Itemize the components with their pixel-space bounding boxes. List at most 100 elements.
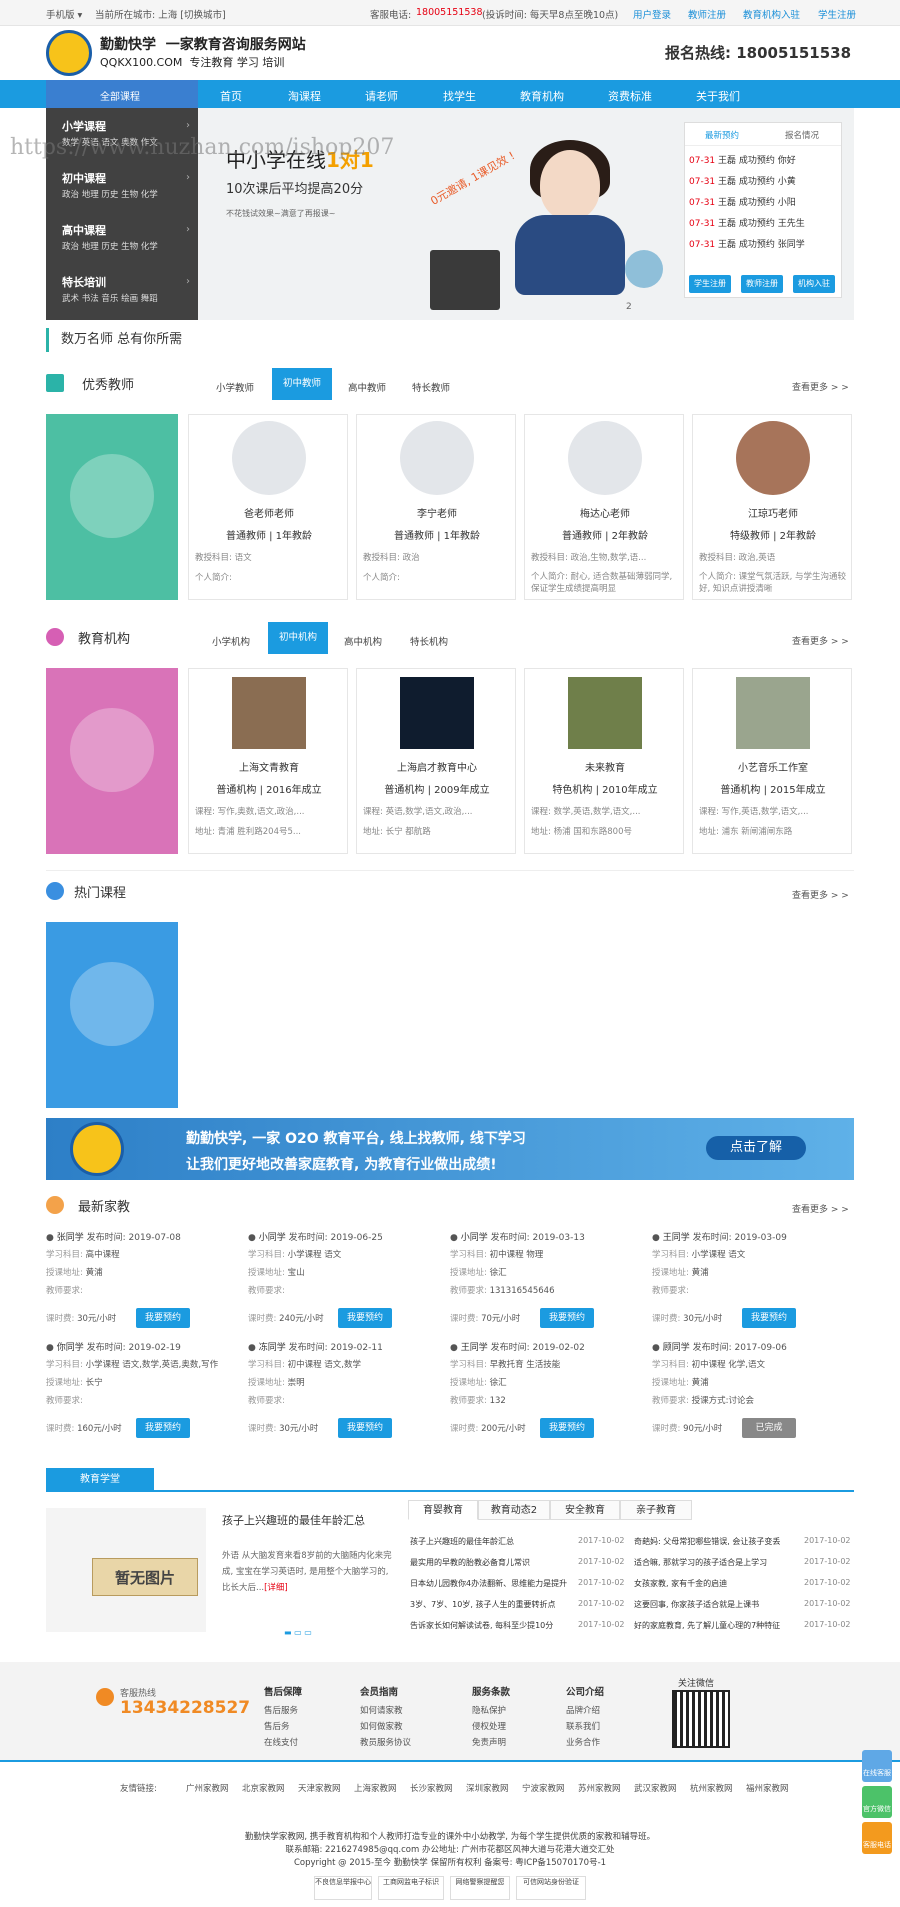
friend-link[interactable]: 北京家教网 xyxy=(242,1782,285,1794)
phone-button[interactable]: 客服电话 xyxy=(862,1822,892,1854)
cta-banner[interactable]: 勤勤快学, 一家 O2O 教育平台, 线上找教师, 线下学习 让我们更好地改善家… xyxy=(46,1118,854,1180)
badge-business-license[interactable]: 工商网监电子标识 xyxy=(378,1876,444,1900)
news-item[interactable]: 奇葩妈: 父母常犯哪些错误, 会让孩子变丢 xyxy=(634,1536,780,1547)
footer-link[interactable]: 免责声明 xyxy=(472,1736,506,1748)
footer-link[interactable]: 业务合作 xyxy=(566,1736,600,1748)
footer-link[interactable]: 售后务 xyxy=(264,1720,290,1732)
news-item[interactable]: 女孩家教, 家有千金的启迪 xyxy=(634,1578,727,1589)
article-pager[interactable]: ▬ ▭ ▭ xyxy=(284,1628,312,1637)
friend-link[interactable]: 上海家教网 xyxy=(354,1782,397,1794)
book-button[interactable]: 我要预约 xyxy=(338,1418,392,1438)
job-post[interactable]: ● 你同学 发布时间: 2019-02-19 学习科目: 小学课程 语文,数学,英… xyxy=(46,1340,242,1444)
nav-about[interactable]: 关于我们 xyxy=(696,88,740,104)
job-post[interactable]: ● 小同学 发布时间: 2019-03-13 学习科目: 初中课程 物理 授课地址:… xyxy=(450,1230,646,1334)
tab-latest-booking[interactable]: 最新预约 xyxy=(705,129,739,141)
institution-card[interactable]: 未来教育 特色机构 | 2010年成立 课程: 数学,英语,数学,语文,... … xyxy=(524,668,684,854)
jobs-more-link[interactable]: 查看更多 > > xyxy=(792,1202,849,1215)
badge-cyber-police[interactable]: 网络警察提醒您 xyxy=(450,1876,510,1900)
job-post[interactable]: ● 王同学 发布时间: 2019-02-02 学习科目: 早教托育 生活技能 授课地… xyxy=(450,1340,646,1444)
nav-institutions[interactable]: 教育机构 xyxy=(520,88,564,104)
mobile-link[interactable]: 手机版 ▾ xyxy=(46,7,82,21)
news-item[interactable]: 这要回事, 你家孩子适合就是上课书 xyxy=(634,1599,759,1610)
tab-talent-institutions[interactable]: 特长机构 xyxy=(410,634,448,648)
institution-card[interactable]: 上海文青教育 普通机构 | 2016年成立 课程: 写作,奥数,语文,政治,..… xyxy=(188,668,348,854)
friend-link[interactable]: 广州家教网 xyxy=(186,1782,229,1794)
institutions-feature-tile[interactable] xyxy=(46,668,178,854)
friend-link[interactable]: 福州家教网 xyxy=(746,1782,789,1794)
teachers-feature-tile[interactable] xyxy=(46,414,178,600)
institution-card[interactable]: 小艺音乐工作室 普通机构 | 2015年成立 课程: 写作,英语,数学,语文,.… xyxy=(692,668,852,854)
friend-link[interactable]: 深圳家教网 xyxy=(466,1782,509,1794)
tab-safety-education[interactable]: 安全教育 xyxy=(550,1500,620,1520)
news-item[interactable]: 3岁、7岁、10岁, 孩子人生的重要转折点 xyxy=(410,1599,555,1610)
news-item[interactable]: 最实用的早教的胎教必备育儿常识 xyxy=(410,1557,530,1568)
tab-infant-education[interactable]: 育婴教育 xyxy=(408,1500,478,1520)
job-post[interactable]: ● 顾同学 发布时间: 2017-09-06 学习科目: 初中课程 化学,语文 授课… xyxy=(652,1340,848,1444)
footer-link[interactable]: 如何请家教 xyxy=(360,1704,403,1716)
online-service-button[interactable]: 在线客服 xyxy=(862,1750,892,1782)
teacher-card[interactable]: 梅达心老师 普通教师 | 2年教龄 教授科目: 政治,生物,数学,语... 个人… xyxy=(524,414,684,600)
footer-link[interactable]: 品牌介绍 xyxy=(566,1704,600,1716)
job-post[interactable]: ● 冻同学 发布时间: 2019-02-11 学习科目: 初中课程 语文,数学 授课… xyxy=(248,1340,444,1444)
footer-link[interactable]: 侵权处理 xyxy=(472,1720,506,1732)
footer-link[interactable]: 如何做家教 xyxy=(360,1720,403,1732)
tab-parenting-education[interactable]: 亲子教育 xyxy=(620,1500,692,1520)
teacher-card[interactable]: 爸老师老师 普通教师 | 1年教龄 教授科目: 语文 个人简介: xyxy=(188,414,348,600)
nav-teachers[interactable]: 请老师 xyxy=(365,88,398,104)
student-register-link[interactable]: 学生注册 xyxy=(818,7,856,21)
logo-icon[interactable] xyxy=(46,30,92,76)
badge-report-center[interactable]: 不良信息举报中心 xyxy=(314,1876,372,1900)
footer-link[interactable]: 教员服务协议 xyxy=(360,1736,411,1748)
book-button[interactable]: 已完成 xyxy=(742,1418,796,1438)
institution-join-link[interactable]: 教育机构入驻 xyxy=(743,7,800,21)
nav-students[interactable]: 找学生 xyxy=(443,88,476,104)
news-item[interactable]: 适合嘛, 那就学习的孩子适合是上学习 xyxy=(634,1557,767,1568)
teacher-register-button[interactable]: 教师注册 xyxy=(741,275,783,293)
book-button[interactable]: 我要预约 xyxy=(338,1308,392,1328)
login-link[interactable]: 用户登录 xyxy=(633,7,671,21)
job-post[interactable]: ● 王同学 发布时间: 2019-03-09 学习科目: 小学课程 语文 授课地址:… xyxy=(652,1230,848,1334)
nav-home[interactable]: 首页 xyxy=(220,88,242,104)
tab-junior-institutions[interactable]: 初中机构 xyxy=(268,622,328,654)
badge-trusted-site[interactable]: 可信网站身份验证 xyxy=(516,1876,586,1900)
institution-card[interactable]: 上海启才教育中心 普通机构 | 2009年成立 课程: 英语,数学,语文,政治,… xyxy=(356,668,516,854)
nav-pricing[interactable]: 资费标准 xyxy=(608,88,652,104)
article-image[interactable]: 暂无图片 xyxy=(46,1508,206,1632)
courses-feature-tile[interactable] xyxy=(46,922,178,1108)
book-button[interactable]: 我要预约 xyxy=(136,1418,190,1438)
tab-junior-teachers[interactable]: 初中教师 xyxy=(272,368,332,400)
tab-signup-status[interactable]: 报名情况 xyxy=(785,129,819,141)
friend-link[interactable]: 杭州家教网 xyxy=(690,1782,733,1794)
wechat-button[interactable]: 官方微信 xyxy=(862,1786,892,1818)
student-register-button[interactable]: 学生注册 xyxy=(689,275,731,293)
friend-link[interactable]: 宁波家教网 xyxy=(522,1782,565,1794)
book-button[interactable]: 我要预约 xyxy=(540,1308,594,1328)
teacher-register-link[interactable]: 教师注册 xyxy=(688,7,726,21)
tab-senior-teachers[interactable]: 高中教师 xyxy=(348,380,386,394)
article-more-link[interactable]: [详细] xyxy=(264,1583,288,1593)
news-item[interactable]: 孩子上兴趣班的最佳年龄汇总 xyxy=(410,1536,514,1547)
city-selector[interactable]: 当前所在城市: 上海 [切换城市] xyxy=(95,7,226,21)
institutions-more-link[interactable]: 查看更多 > > xyxy=(792,634,849,647)
learn-more-button[interactable]: 点击了解 xyxy=(706,1136,806,1160)
news-item[interactable]: 告诉家长如何解读试卷, 每科至少提10分 xyxy=(410,1620,553,1631)
tab-primary-institutions[interactable]: 小学机构 xyxy=(212,634,250,648)
teachers-more-link[interactable]: 查看更多 > > xyxy=(792,380,849,393)
tab-education-news[interactable]: 教育动态2 xyxy=(478,1500,550,1520)
tab-primary-teachers[interactable]: 小学教师 xyxy=(216,380,254,394)
job-post[interactable]: ● 张同学 发布时间: 2019-07-08 学习科目: 高中课程 授课地址: 黄浦… xyxy=(46,1230,242,1334)
article-title[interactable]: 孩子上兴趣班的最佳年龄汇总 xyxy=(222,1512,372,1528)
banner-pager[interactable]: 2 xyxy=(626,302,632,312)
footer-link[interactable]: 联系我们 xyxy=(566,1720,600,1732)
nav-all-courses[interactable]: 全部课程 xyxy=(46,80,198,108)
news-item[interactable]: 好的家庭教育, 先了解儿童心理的7种特征 xyxy=(634,1620,780,1631)
tab-talent-teachers[interactable]: 特长教师 xyxy=(412,380,450,394)
footer-link[interactable]: 在线支付 xyxy=(264,1736,298,1748)
footer-link[interactable]: 售后服务 xyxy=(264,1704,298,1716)
book-button[interactable]: 我要预约 xyxy=(742,1308,796,1328)
institution-join-button[interactable]: 机构入驻 xyxy=(793,275,835,293)
friend-link[interactable]: 天津家教网 xyxy=(298,1782,341,1794)
job-post[interactable]: ● 小同学 发布时间: 2019-06-25 学习科目: 小学课程 语文 授课地址:… xyxy=(248,1230,444,1334)
friend-link[interactable]: 苏州家教网 xyxy=(578,1782,621,1794)
teacher-card[interactable]: 江琼巧老师 特级教师 | 2年教龄 教授科目: 政治,英语 个人简介: 课堂气氛… xyxy=(692,414,852,600)
